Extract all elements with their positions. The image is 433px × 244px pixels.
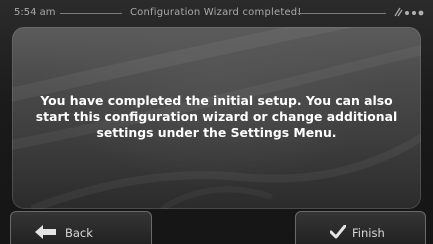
- status-divider-left: [60, 13, 122, 14]
- status-icons: [393, 5, 429, 19]
- status-divider-right: [298, 13, 386, 14]
- status-time: 5:54 am: [14, 7, 56, 18]
- back-button[interactable]: Back: [10, 211, 152, 244]
- completion-message: You have completed the initial setup. Yo…: [35, 93, 398, 140]
- checkmark-icon: [330, 225, 346, 239]
- arrow-left-icon: [35, 225, 56, 239]
- back-button-label: Back: [65, 226, 93, 240]
- screen: 5:54 am Configuration Wizard completed! …: [0, 0, 433, 244]
- finish-button-label: Finish: [352, 226, 385, 240]
- satellite-icon: [394, 7, 424, 17]
- dialog-panel: You have completed the initial setup. Yo…: [12, 27, 421, 209]
- finish-button[interactable]: Finish: [295, 211, 426, 244]
- status-bar: 5:54 am Configuration Wizard completed!: [0, 0, 433, 26]
- status-title: Configuration Wizard completed!: [130, 7, 302, 18]
